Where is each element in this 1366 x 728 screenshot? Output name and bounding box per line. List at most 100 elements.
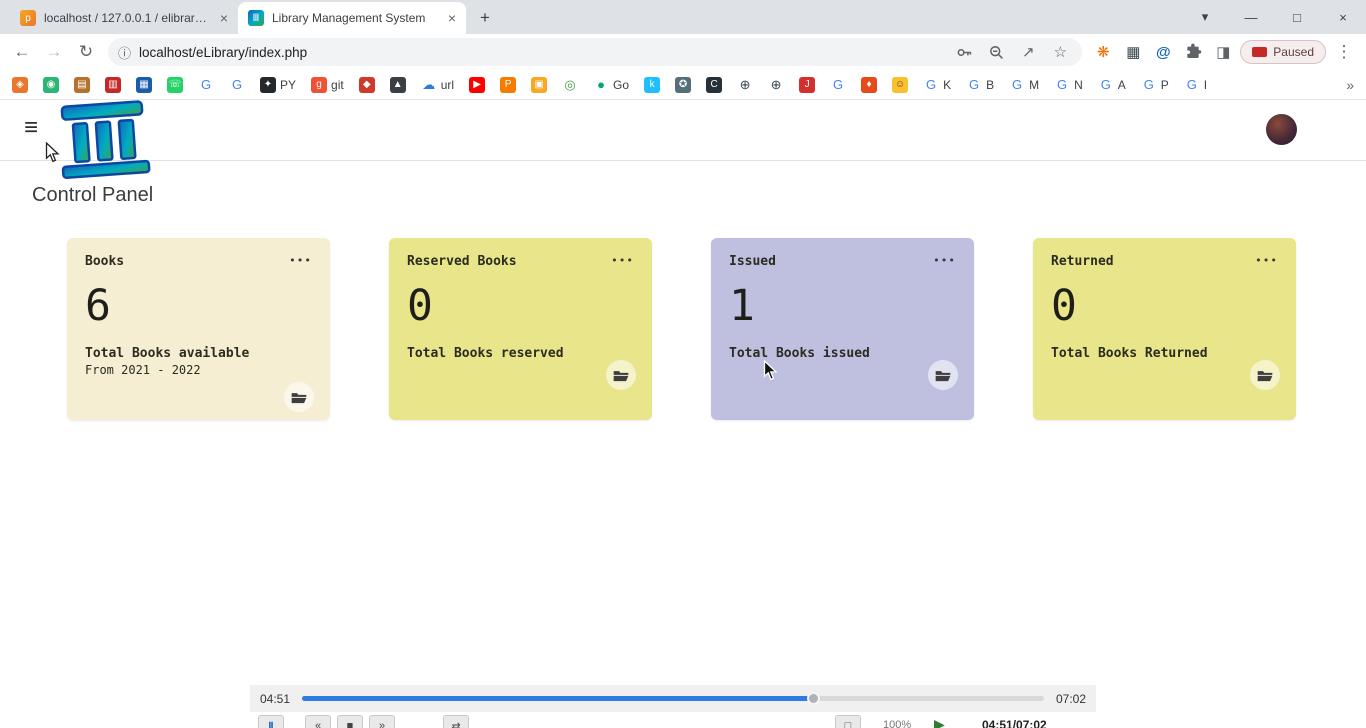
bookmark-icon: ▣ bbox=[531, 77, 547, 93]
tab-library-management[interactable]: Ⅲ Library Management System × bbox=[238, 2, 466, 34]
bookmark-item[interactable]: k bbox=[644, 77, 660, 93]
bookmark-item[interactable]: ☺ bbox=[892, 77, 908, 93]
hamburger-menu-icon[interactable]: ≡ bbox=[24, 116, 38, 140]
minimize-button[interactable]: — bbox=[1228, 0, 1274, 34]
address-bar[interactable]: ⓘ localhost/eLibrary/index.php ↗ ☆ bbox=[108, 38, 1082, 66]
recorder-paused-badge[interactable]: Paused bbox=[1240, 40, 1326, 64]
google-icon: G bbox=[830, 77, 846, 93]
card-subtext: From 2021 - 2022 bbox=[85, 363, 312, 377]
maximize-button[interactable]: □ bbox=[1274, 0, 1320, 34]
player-progress-fill bbox=[302, 696, 814, 701]
url-text[interactable]: localhost/eLibrary/index.php bbox=[139, 45, 944, 60]
extension-at-icon[interactable]: @ bbox=[1150, 39, 1176, 65]
github-icon: ✦ bbox=[260, 77, 276, 93]
card-menu-icon[interactable]: ••• bbox=[611, 254, 634, 267]
pause-button[interactable]: Ⅱ bbox=[258, 715, 284, 728]
library-app-page: ≡ Control Pan bbox=[0, 100, 1366, 728]
bookmark-item[interactable]: G bbox=[830, 77, 846, 93]
back-button[interactable]: ← bbox=[8, 38, 36, 66]
card-menu-icon[interactable]: ••• bbox=[1255, 254, 1278, 267]
bookmark-item[interactable]: ggit bbox=[311, 77, 344, 93]
bookmark-icon: J bbox=[799, 77, 815, 93]
card-label: Reserved Books bbox=[407, 254, 517, 269]
tab-close-icon[interactable]: × bbox=[448, 10, 456, 26]
bookmark-item[interactable]: G bbox=[229, 77, 245, 93]
whatsapp-icon: ☏ bbox=[167, 77, 183, 93]
google-icon: G bbox=[198, 77, 214, 93]
bookmark-item[interactable]: ▶ bbox=[469, 77, 485, 93]
bookmark-item[interactable]: GA bbox=[1098, 77, 1126, 93]
open-folder-button[interactable] bbox=[284, 382, 314, 412]
bookmark-item[interactable]: GP bbox=[1141, 77, 1169, 93]
bookmark-item[interactable]: ◆ bbox=[359, 77, 375, 93]
bookmark-item[interactable]: C bbox=[706, 77, 722, 93]
bookmark-icon: ◆ bbox=[359, 77, 375, 93]
bookmark-item[interactable]: ☁url bbox=[421, 77, 454, 93]
tab-search-icon[interactable]: ▾ bbox=[1182, 0, 1228, 34]
fit-button[interactable]: □ bbox=[835, 715, 861, 728]
tab-close-icon[interactable]: × bbox=[220, 10, 228, 26]
bookmark-label: A bbox=[1118, 78, 1126, 92]
card-value: 0 bbox=[1051, 285, 1278, 328]
next-button[interactable]: » bbox=[369, 715, 395, 728]
bookmark-item[interactable]: ▣ bbox=[531, 77, 547, 93]
stop-button[interactable]: ■ bbox=[337, 715, 363, 728]
bookmark-icon: ▲ bbox=[390, 77, 406, 93]
bookmark-label: K bbox=[943, 78, 951, 92]
extensions-puzzle-icon[interactable] bbox=[1180, 39, 1206, 65]
bookmark-item[interactable]: ✦PY bbox=[260, 77, 296, 93]
reload-button[interactable]: ↻ bbox=[72, 38, 100, 66]
card-menu-icon[interactable]: ••• bbox=[289, 254, 312, 267]
card-description: Total Books available bbox=[85, 346, 312, 361]
bookmark-item[interactable]: ●Go bbox=[593, 77, 629, 93]
player-progress-handle[interactable] bbox=[807, 692, 820, 705]
bookmark-item[interactable]: ⊕ bbox=[737, 77, 753, 93]
bookmark-item[interactable]: ◎ bbox=[562, 77, 578, 93]
card-menu-icon[interactable]: ••• bbox=[933, 254, 956, 267]
bookmark-item[interactable]: ◈ bbox=[12, 77, 28, 93]
forward-button[interactable]: → bbox=[40, 38, 68, 66]
bookmark-item[interactable]: GI bbox=[1184, 77, 1207, 93]
bookmark-item[interactable]: ☏ bbox=[167, 77, 183, 93]
bookmark-item[interactable]: ✪ bbox=[675, 77, 691, 93]
site-info-icon[interactable]: ⓘ bbox=[118, 43, 131, 62]
tab-title: Library Management System bbox=[272, 11, 440, 25]
bookmark-item[interactable]: G bbox=[198, 77, 214, 93]
bookmarks-list: ◈◉▤▥▦☏GG✦PYggit◆▲☁url▶P▣◎●Gok✪C⊕⊕JG♦☺GKG… bbox=[12, 77, 1207, 93]
bookmark-item[interactable]: ▲ bbox=[390, 77, 406, 93]
extension-grid-icon[interactable]: ▦ bbox=[1120, 39, 1146, 65]
bookmark-item[interactable]: ◉ bbox=[43, 77, 59, 93]
side-panel-icon[interactable]: ◨ bbox=[1210, 39, 1236, 65]
bookmark-item[interactable]: ▥ bbox=[105, 77, 121, 93]
bookmarks-overflow-icon[interactable]: » bbox=[1346, 77, 1354, 93]
password-key-icon[interactable] bbox=[952, 40, 976, 64]
zoom-icon[interactable] bbox=[984, 40, 1008, 64]
bookmark-item[interactable]: GM bbox=[1009, 77, 1039, 93]
bookmark-item[interactable]: J bbox=[799, 77, 815, 93]
bookmark-item[interactable]: ⊕ bbox=[768, 77, 784, 93]
share-icon[interactable]: ↗ bbox=[1016, 40, 1040, 64]
open-folder-button[interactable] bbox=[1250, 360, 1280, 390]
swap-button[interactable]: ⇄ bbox=[443, 715, 469, 728]
new-tab-button[interactable]: + bbox=[472, 5, 498, 31]
bookmark-item[interactable]: P bbox=[500, 77, 516, 93]
bookmark-icon: ☁ bbox=[421, 77, 437, 93]
bookmark-item[interactable]: GB bbox=[966, 77, 994, 93]
previous-button[interactable]: « bbox=[305, 715, 331, 728]
player-progress-track[interactable] bbox=[302, 696, 1044, 701]
bookmark-item[interactable]: ♦ bbox=[861, 77, 877, 93]
browser-menu-icon[interactable]: ⋮ bbox=[1330, 38, 1358, 66]
extension-bee-icon[interactable]: ❋ bbox=[1090, 39, 1116, 65]
tab-phpmyadmin[interactable]: p localhost / 127.0.0.1 / elibrary / a × bbox=[10, 2, 238, 34]
open-folder-button[interactable] bbox=[928, 360, 958, 390]
bookmark-icon: ● bbox=[593, 77, 609, 93]
bookmark-icon: P bbox=[500, 77, 516, 93]
bookmark-item[interactable]: GN bbox=[1054, 77, 1083, 93]
bookmark-item[interactable]: ▤ bbox=[74, 77, 90, 93]
bookmark-star-icon[interactable]: ☆ bbox=[1048, 40, 1072, 64]
bookmark-item[interactable]: ▦ bbox=[136, 77, 152, 93]
user-avatar[interactable] bbox=[1266, 114, 1297, 145]
open-folder-button[interactable] bbox=[606, 360, 636, 390]
bookmark-item[interactable]: GK bbox=[923, 77, 951, 93]
close-button[interactable]: × bbox=[1320, 0, 1366, 34]
